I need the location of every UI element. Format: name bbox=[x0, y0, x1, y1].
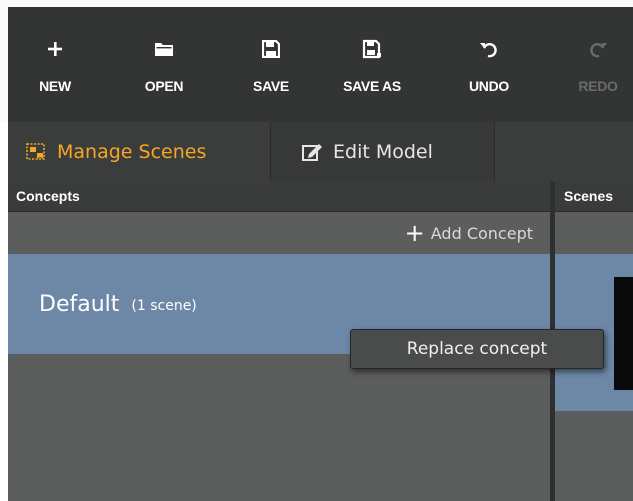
main-tabs: Manage Scenes Edit Model bbox=[8, 122, 633, 181]
undo-icon bbox=[479, 38, 499, 60]
plus-icon bbox=[46, 38, 64, 60]
new-button-label: NEW bbox=[39, 78, 71, 94]
undo-button-label: UNDO bbox=[468, 78, 510, 94]
toolbar-bar: NEW OPEN SAVE SAVE AS UNDO REDO bbox=[8, 7, 633, 122]
redo-button[interactable]: REDO bbox=[563, 38, 633, 98]
redo-icon bbox=[588, 38, 608, 60]
save-icon bbox=[262, 38, 280, 60]
tab-manage-scenes[interactable]: Manage Scenes bbox=[8, 122, 270, 181]
tab-edit-model-label: Edit Model bbox=[333, 140, 433, 163]
scene-thumbnail[interactable] bbox=[614, 277, 633, 390]
tab-manage-scenes-label: Manage Scenes bbox=[57, 140, 207, 163]
open-button[interactable]: OPEN bbox=[129, 38, 199, 98]
save-as-button-label: SAVE AS bbox=[343, 78, 401, 94]
toolbar: NEW OPEN SAVE SAVE AS UNDO REDO bbox=[0, 0, 633, 122]
redo-button-label: REDO bbox=[578, 78, 618, 94]
tab-edit-model[interactable]: Edit Model bbox=[270, 122, 495, 181]
scenes-header: Scenes bbox=[555, 181, 633, 212]
undo-button[interactable]: UNDO bbox=[454, 38, 524, 98]
save-as-icon bbox=[362, 38, 382, 60]
folder-icon bbox=[154, 38, 174, 60]
save-button-label: SAVE bbox=[253, 78, 289, 94]
add-concept-label: Add Concept bbox=[430, 223, 533, 243]
concepts-header: Concepts bbox=[8, 181, 550, 212]
concept-name: Default bbox=[39, 291, 120, 317]
concept-scene-count: (1 scene) bbox=[131, 298, 197, 314]
edit-model-icon bbox=[301, 142, 323, 162]
plus-icon: + bbox=[404, 219, 425, 247]
context-menu-item-replace-concept[interactable]: Replace concept bbox=[407, 339, 547, 359]
manage-scenes-icon bbox=[25, 142, 47, 162]
save-button[interactable]: SAVE bbox=[236, 38, 306, 98]
new-button[interactable]: NEW bbox=[20, 38, 90, 98]
add-concept-button[interactable]: + Add Concept bbox=[405, 221, 533, 245]
save-as-button[interactable]: SAVE AS bbox=[337, 38, 407, 98]
context-menu: Replace concept bbox=[350, 329, 604, 369]
open-button-label: OPEN bbox=[144, 78, 184, 94]
